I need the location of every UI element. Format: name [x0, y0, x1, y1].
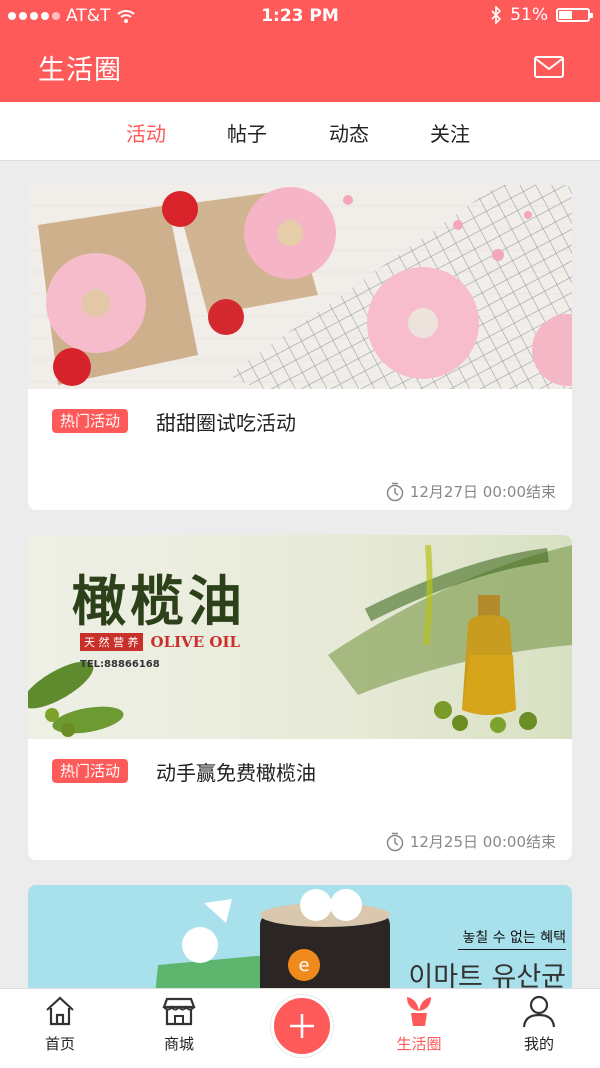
page-title: 生活圈: [38, 55, 122, 86]
bottom-tab-bar: 首页 商城 生活圈 我的: [0, 988, 600, 1068]
tabbar-store[interactable]: 商城: [129, 993, 229, 1054]
card-end-time: 12月27日 00:00结束: [386, 481, 556, 502]
donut-banner-image: [28, 185, 572, 389]
tab-activities[interactable]: 活动: [126, 118, 166, 147]
store-icon: [162, 997, 196, 1026]
tabbar-label: 商城: [163, 1035, 194, 1053]
end-time-text: 12月25日 00:00结束: [409, 833, 556, 851]
plus-icon: [290, 1014, 314, 1038]
card-title: 甜甜圈试吃活动: [156, 411, 296, 435]
timer-icon: [386, 482, 404, 501]
tabbar-life-circle[interactable]: 生活圈: [369, 993, 469, 1054]
bluetooth-icon: [491, 6, 502, 24]
olive-oil-banner-image: 橄榄油 天 然 营 养 OLIVE OIL TEL:88866168: [28, 535, 572, 739]
olive-oil-phone: TEL:88866168: [80, 659, 160, 670]
battery-icon: [556, 8, 593, 22]
tabbar-profile[interactable]: 我的: [489, 993, 589, 1054]
card-end-time: 12月25日 00:00结束: [386, 831, 556, 852]
tab-moments[interactable]: 动态: [329, 118, 369, 147]
timer-icon: [386, 832, 404, 851]
home-icon: [46, 996, 74, 1026]
donut-2: [244, 187, 336, 279]
tab-following[interactable]: 关注: [430, 118, 470, 147]
svg-text:e: e: [298, 955, 309, 976]
battery-percent: 51%: [510, 5, 548, 25]
tabbar-home[interactable]: 首页: [10, 993, 110, 1054]
end-time-text: 12月27日 00:00结束: [409, 483, 556, 501]
olive-oil-heading: 橄榄油: [72, 569, 246, 633]
add-button[interactable]: [271, 995, 333, 1057]
tabbar-label: 生活圈: [396, 1035, 442, 1053]
donut-1: [46, 253, 146, 353]
status-bar: AT&T 1:23 PM 51%: [0, 0, 600, 32]
olive-oil-english: OLIVE OIL: [150, 633, 241, 651]
donut-3: [367, 267, 479, 379]
hot-activity-badge: 热门活动: [52, 409, 129, 433]
sprout-icon: [407, 997, 431, 1026]
app-header: 生活圈: [0, 32, 600, 102]
user-icon: [522, 995, 556, 1028]
activity-card[interactable]: 橄榄油 天 然 营 养 OLIVE OIL TEL:88866168 热门活动 …: [28, 535, 572, 860]
tabbar-label: 首页: [44, 1035, 75, 1053]
korean-subtitle: 놓칠 수 없는 혜택: [458, 927, 566, 950]
hot-activity-badge: 热门活动: [52, 759, 129, 783]
mail-icon[interactable]: [534, 56, 564, 78]
olive-oil-tagline: 天 然 营 养: [80, 633, 143, 651]
battery-group: 51%: [490, 5, 593, 25]
tabbar-label: 我的: [523, 1035, 554, 1053]
segment-tabs: 活动 帖子 动态 关注: [0, 102, 600, 161]
activity-card[interactable]: 热门活动 甜甜圈试吃活动 12月27日 00:00结束: [28, 185, 572, 510]
olive-oil-tagline-row: 天 然 营 养 OLIVE OIL: [80, 633, 240, 651]
tab-posts[interactable]: 帖子: [227, 118, 267, 147]
card-title: 动手赢免费橄榄油: [156, 761, 316, 785]
